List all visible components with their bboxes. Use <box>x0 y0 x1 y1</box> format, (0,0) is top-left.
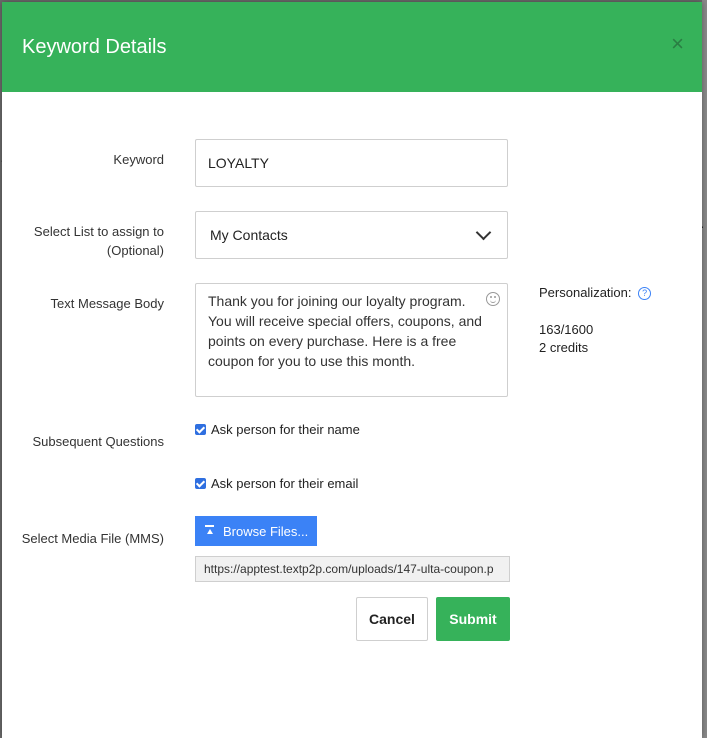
list-select-label-line2: (Optional) <box>106 243 164 258</box>
message-line: Thank you for joining our loyalty progra… <box>208 293 466 309</box>
ask-email-label: Ask person for their email <box>211 476 359 491</box>
ask-email-checkbox[interactable] <box>195 478 206 489</box>
subsequent-questions-label: Subsequent Questions <box>32 434 164 449</box>
ask-name-checkbox[interactable] <box>195 424 206 435</box>
ask-name-label: Ask person for their name <box>211 422 360 437</box>
list-select[interactable]: My Contacts <box>195 211 508 259</box>
backdrop <box>702 0 707 738</box>
message-line: points on every purchase. Here is a free <box>208 333 457 349</box>
emoji-icon[interactable] <box>486 292 500 306</box>
close-icon[interactable]: × <box>671 32 684 56</box>
list-select-label-line1: Select List to assign to <box>33 224 164 239</box>
message-body-label: Text Message Body <box>50 296 164 311</box>
dialog-title: Keyword Details <box>22 36 167 58</box>
submit-button[interactable]: Submit <box>436 597 510 641</box>
message-line: coupon for you to use this month. <box>208 353 416 369</box>
media-url-field[interactable]: https://apptest.textp2p.com/uploads/147-… <box>195 556 510 582</box>
help-icon[interactable]: ? <box>638 287 652 300</box>
upload-icon <box>205 525 215 537</box>
browse-files-button[interactable]: Browse Files... <box>195 516 317 546</box>
personalization: Personalization: ? <box>539 285 652 300</box>
message-line: You will receive special offers, coupons… <box>208 313 482 329</box>
media-file-label: Select Media File (MMS) <box>21 531 164 546</box>
dialog-header: Keyword Details × <box>2 2 702 92</box>
chevron-down-icon <box>475 224 492 241</box>
credits-count: 2 credits <box>539 340 589 355</box>
list-select-label: Select List to assign to (Optional) <box>34 222 164 260</box>
list-select-value: My Contacts <box>210 227 288 243</box>
cancel-button[interactable]: Cancel <box>356 597 428 641</box>
browse-files-label: Browse Files... <box>223 523 309 539</box>
keyword-input[interactable]: LOYALTY <box>195 139 508 187</box>
personalization-label: Personalization: <box>539 285 632 300</box>
message-body-textarea[interactable]: Thank you for joining our loyalty progra… <box>195 283 508 397</box>
ask-email-option[interactable]: Ask person for their email <box>195 476 358 491</box>
ask-name-option[interactable]: Ask person for their name <box>195 422 360 437</box>
char-count: 163/1600 <box>539 322 594 337</box>
keyword-label: Keyword <box>113 152 164 167</box>
keyword-details-dialog: Keyword Details × Keyword LOYALTY Select… <box>2 2 702 738</box>
